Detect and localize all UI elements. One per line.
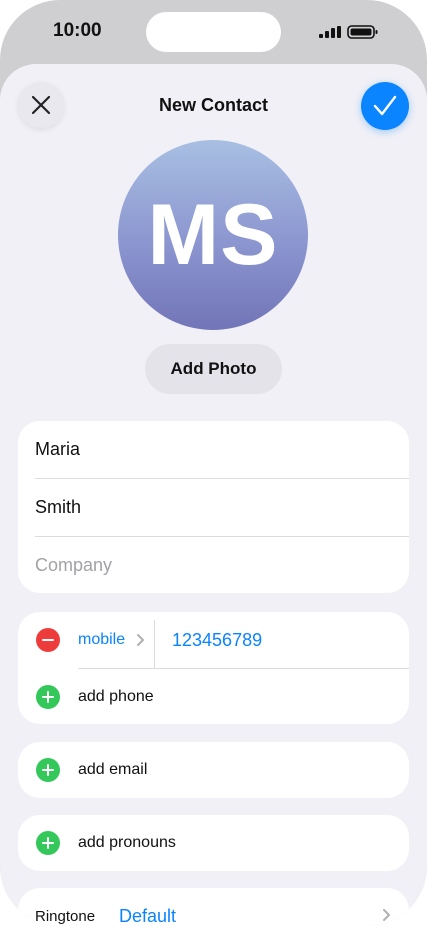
- company-field[interactable]: Company: [18, 537, 409, 593]
- ringtone-value: Default: [119, 906, 177, 926]
- add-email-label: add email: [78, 761, 148, 778]
- last-name-field[interactable]: Smith: [18, 479, 409, 536]
- chevron-right-icon: [383, 909, 390, 921]
- ringtone-label: Ringtone: [35, 908, 96, 925]
- avatar[interactable]: MS: [118, 140, 308, 330]
- add-photo-button[interactable]: Add Photo: [145, 344, 282, 394]
- add-pronouns-label: add pronouns: [78, 834, 176, 851]
- add-phone-icon: [36, 685, 60, 709]
- pronouns-card: add pronouns: [18, 815, 409, 871]
- divider: [154, 620, 155, 668]
- first-name-field[interactable]: Maria: [18, 421, 409, 478]
- phone-label-selector[interactable]: mobile: [78, 631, 125, 649]
- chevron-right-icon: [137, 634, 144, 646]
- battery-icon: [347, 25, 378, 39]
- phone-frame: 10:00 New Contact MS Add Photo Maria Smi…: [0, 0, 427, 926]
- new-contact-sheet: New Contact MS Add Photo Maria Smith Com…: [0, 64, 427, 926]
- phone-card: mobile 123456789 add phone: [18, 612, 409, 724]
- add-pronouns-icon: [36, 831, 60, 855]
- status-time: 10:00: [53, 20, 102, 41]
- dynamic-island: [146, 12, 281, 52]
- add-pronouns-row[interactable]: add pronouns: [18, 815, 409, 871]
- phone-row: mobile 123456789: [18, 612, 409, 668]
- add-phone-row[interactable]: add phone: [18, 669, 409, 724]
- signal-icon: [319, 26, 341, 38]
- ringtone-card: Ringtone Default: [18, 888, 409, 926]
- avatar-initials: MS: [147, 186, 279, 283]
- done-button[interactable]: [361, 82, 409, 130]
- ringtone-row[interactable]: Ringtone Default: [18, 888, 409, 926]
- first-name-value: Maria: [35, 439, 81, 459]
- phone-number-field[interactable]: 123456789: [172, 630, 262, 651]
- company-placeholder: Company: [35, 554, 113, 575]
- email-card: add email: [18, 742, 409, 798]
- add-email-icon: [36, 758, 60, 782]
- name-card: Maria Smith Company: [18, 421, 409, 593]
- add-phone-label: add phone: [78, 687, 154, 705]
- remove-phone-icon[interactable]: [36, 628, 60, 652]
- add-email-row[interactable]: add email: [18, 742, 409, 798]
- checkmark-icon: [373, 95, 397, 116]
- last-name-value: Smith: [35, 497, 82, 517]
